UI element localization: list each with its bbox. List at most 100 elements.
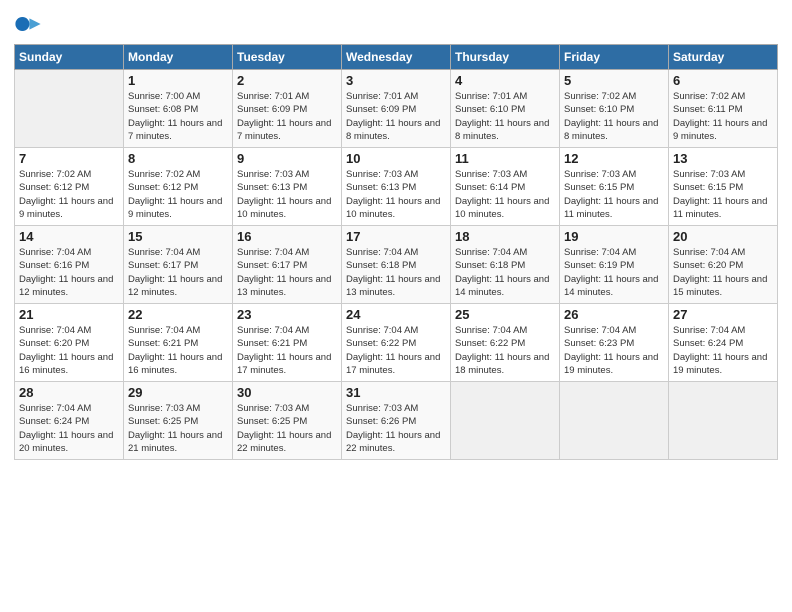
- calendar-week-3: 21 Sunrise: 7:04 AMSunset: 6:20 PMDayligh…: [15, 304, 778, 382]
- day-info: Sunrise: 7:03 AMSunset: 6:15 PMDaylight:…: [564, 168, 664, 221]
- day-header-monday: Monday: [124, 45, 233, 70]
- day-info: Sunrise: 7:04 AMSunset: 6:17 PMDaylight:…: [128, 246, 228, 299]
- day-number: 24: [346, 307, 446, 322]
- calendar-cell: 21 Sunrise: 7:04 AMSunset: 6:20 PMDayligh…: [15, 304, 124, 382]
- calendar-cell: 7 Sunrise: 7:02 AMSunset: 6:12 PMDaylight…: [15, 148, 124, 226]
- day-info: Sunrise: 7:03 AMSunset: 6:25 PMDaylight:…: [128, 402, 228, 455]
- calendar-week-1: 7 Sunrise: 7:02 AMSunset: 6:12 PMDaylight…: [15, 148, 778, 226]
- day-number: 21: [19, 307, 119, 322]
- calendar-cell: [560, 382, 669, 460]
- day-info: Sunrise: 7:01 AMSunset: 6:10 PMDaylight:…: [455, 90, 555, 143]
- calendar-cell: 30Sunrise: 7:03 AMSunset: 6:25 PMDayligh…: [233, 382, 342, 460]
- calendar-cell: 15 Sunrise: 7:04 AMSunset: 6:17 PMDayligh…: [124, 226, 233, 304]
- day-number: 30: [237, 385, 337, 400]
- day-info: Sunrise: 7:01 AMSunset: 6:09 PMDaylight:…: [237, 90, 337, 143]
- day-info: Sunrise: 7:04 AMSunset: 6:24 PMDaylight:…: [19, 402, 119, 455]
- day-number: 31: [346, 385, 446, 400]
- calendar-cell: 3 Sunrise: 7:01 AMSunset: 6:09 PMDaylight…: [342, 70, 451, 148]
- day-info: Sunrise: 7:04 AMSunset: 6:20 PMDaylight:…: [19, 324, 119, 377]
- calendar-cell: 24Sunrise: 7:04 AMSunset: 6:22 PMDayligh…: [342, 304, 451, 382]
- day-info: Sunrise: 7:04 AMSunset: 6:17 PMDaylight:…: [237, 246, 337, 299]
- day-number: 15: [128, 229, 228, 244]
- day-info: Sunrise: 7:04 AMSunset: 6:19 PMDaylight:…: [564, 246, 664, 299]
- day-number: 5: [564, 73, 664, 88]
- day-info: Sunrise: 7:04 AMSunset: 6:20 PMDaylight:…: [673, 246, 773, 299]
- day-info: Sunrise: 7:04 AMSunset: 6:23 PMDaylight:…: [564, 324, 664, 377]
- day-info: Sunrise: 7:01 AMSunset: 6:09 PMDaylight:…: [346, 90, 446, 143]
- day-info: Sunrise: 7:04 AMSunset: 6:24 PMDaylight:…: [673, 324, 773, 377]
- calendar-cell: 5 Sunrise: 7:02 AMSunset: 6:10 PMDaylight…: [560, 70, 669, 148]
- day-number: 26: [564, 307, 664, 322]
- calendar-cell: 9 Sunrise: 7:03 AMSunset: 6:13 PMDaylight…: [233, 148, 342, 226]
- calendar-cell: 11 Sunrise: 7:03 AMSunset: 6:14 PMDayligh…: [451, 148, 560, 226]
- day-info: Sunrise: 7:04 AMSunset: 6:22 PMDaylight:…: [455, 324, 555, 377]
- day-number: 16: [237, 229, 337, 244]
- day-number: 22: [128, 307, 228, 322]
- calendar-cell: 31 Sunrise: 7:03 AMSunset: 6:26 PMDayligh…: [342, 382, 451, 460]
- day-header-thursday: Thursday: [451, 45, 560, 70]
- day-info: Sunrise: 7:03 AMSunset: 6:13 PMDaylight:…: [346, 168, 446, 221]
- calendar-week-0: 1 Sunrise: 7:00 AMSunset: 6:08 PMDaylight…: [15, 70, 778, 148]
- day-info: Sunrise: 7:02 AMSunset: 6:12 PMDaylight:…: [128, 168, 228, 221]
- day-header-wednesday: Wednesday: [342, 45, 451, 70]
- day-number: 1: [128, 73, 228, 88]
- calendar-cell: 2 Sunrise: 7:01 AMSunset: 6:09 PMDaylight…: [233, 70, 342, 148]
- day-header-tuesday: Tuesday: [233, 45, 342, 70]
- day-number: 28: [19, 385, 119, 400]
- calendar-cell: 29 Sunrise: 7:03 AMSunset: 6:25 PMDayligh…: [124, 382, 233, 460]
- calendar-cell: 25 Sunrise: 7:04 AMSunset: 6:22 PMDayligh…: [451, 304, 560, 382]
- day-number: 19: [564, 229, 664, 244]
- calendar-cell: 17 Sunrise: 7:04 AMSunset: 6:18 PMDayligh…: [342, 226, 451, 304]
- day-info: Sunrise: 7:03 AMSunset: 6:15 PMDaylight:…: [673, 168, 773, 221]
- day-number: 2: [237, 73, 337, 88]
- day-info: Sunrise: 7:04 AMSunset: 6:21 PMDaylight:…: [237, 324, 337, 377]
- day-info: Sunrise: 7:04 AMSunset: 6:16 PMDaylight:…: [19, 246, 119, 299]
- day-number: 8: [128, 151, 228, 166]
- day-info: Sunrise: 7:02 AMSunset: 6:12 PMDaylight:…: [19, 168, 119, 221]
- day-info: Sunrise: 7:03 AMSunset: 6:14 PMDaylight:…: [455, 168, 555, 221]
- day-number: 25: [455, 307, 555, 322]
- day-number: 3: [346, 73, 446, 88]
- calendar-cell: 23Sunrise: 7:04 AMSunset: 6:21 PMDayligh…: [233, 304, 342, 382]
- calendar-cell: 13Sunrise: 7:03 AMSunset: 6:15 PMDayligh…: [669, 148, 778, 226]
- calendar-cell: 28 Sunrise: 7:04 AMSunset: 6:24 PMDayligh…: [15, 382, 124, 460]
- calendar-cell: 12 Sunrise: 7:03 AMSunset: 6:15 PMDayligh…: [560, 148, 669, 226]
- calendar-cell: 20 Sunrise: 7:04 AMSunset: 6:20 PMDayligh…: [669, 226, 778, 304]
- calendar-cell: [451, 382, 560, 460]
- day-info: Sunrise: 7:02 AMSunset: 6:11 PMDaylight:…: [673, 90, 773, 143]
- day-number: 17: [346, 229, 446, 244]
- calendar-cell: 16 Sunrise: 7:04 AMSunset: 6:17 PMDayligh…: [233, 226, 342, 304]
- day-header-sunday: Sunday: [15, 45, 124, 70]
- header: [14, 10, 778, 38]
- day-number: 12: [564, 151, 664, 166]
- day-info: Sunrise: 7:03 AMSunset: 6:26 PMDaylight:…: [346, 402, 446, 455]
- day-number: 7: [19, 151, 119, 166]
- day-info: Sunrise: 7:00 AMSunset: 6:08 PMDaylight:…: [128, 90, 228, 143]
- day-number: 29: [128, 385, 228, 400]
- page-container: SundayMondayTuesdayWednesdayThursdayFrid…: [0, 0, 792, 470]
- calendar-cell: 1 Sunrise: 7:00 AMSunset: 6:08 PMDaylight…: [124, 70, 233, 148]
- calendar-cell: 4 Sunrise: 7:01 AMSunset: 6:10 PMDaylight…: [451, 70, 560, 148]
- logo: [14, 10, 46, 38]
- day-number: 14: [19, 229, 119, 244]
- day-number: 4: [455, 73, 555, 88]
- calendar-week-4: 28 Sunrise: 7:04 AMSunset: 6:24 PMDayligh…: [15, 382, 778, 460]
- day-header-saturday: Saturday: [669, 45, 778, 70]
- calendar-cell: 18Sunrise: 7:04 AMSunset: 6:18 PMDayligh…: [451, 226, 560, 304]
- calendar-week-2: 14 Sunrise: 7:04 AMSunset: 6:16 PMDayligh…: [15, 226, 778, 304]
- day-number: 20: [673, 229, 773, 244]
- day-number: 11: [455, 151, 555, 166]
- calendar-cell: 6Sunrise: 7:02 AMSunset: 6:11 PMDaylight…: [669, 70, 778, 148]
- day-number: 10: [346, 151, 446, 166]
- day-header-friday: Friday: [560, 45, 669, 70]
- calendar-cell: 27Sunrise: 7:04 AMSunset: 6:24 PMDayligh…: [669, 304, 778, 382]
- calendar-cell: 22 Sunrise: 7:04 AMSunset: 6:21 PMDayligh…: [124, 304, 233, 382]
- day-info: Sunrise: 7:04 AMSunset: 6:18 PMDaylight:…: [455, 246, 555, 299]
- calendar-cell: [15, 70, 124, 148]
- logo-icon: [14, 10, 42, 38]
- day-info: Sunrise: 7:03 AMSunset: 6:13 PMDaylight:…: [237, 168, 337, 221]
- day-info: Sunrise: 7:04 AMSunset: 6:21 PMDaylight:…: [128, 324, 228, 377]
- day-info: Sunrise: 7:04 AMSunset: 6:18 PMDaylight:…: [346, 246, 446, 299]
- day-number: 9: [237, 151, 337, 166]
- day-info: Sunrise: 7:02 AMSunset: 6:10 PMDaylight:…: [564, 90, 664, 143]
